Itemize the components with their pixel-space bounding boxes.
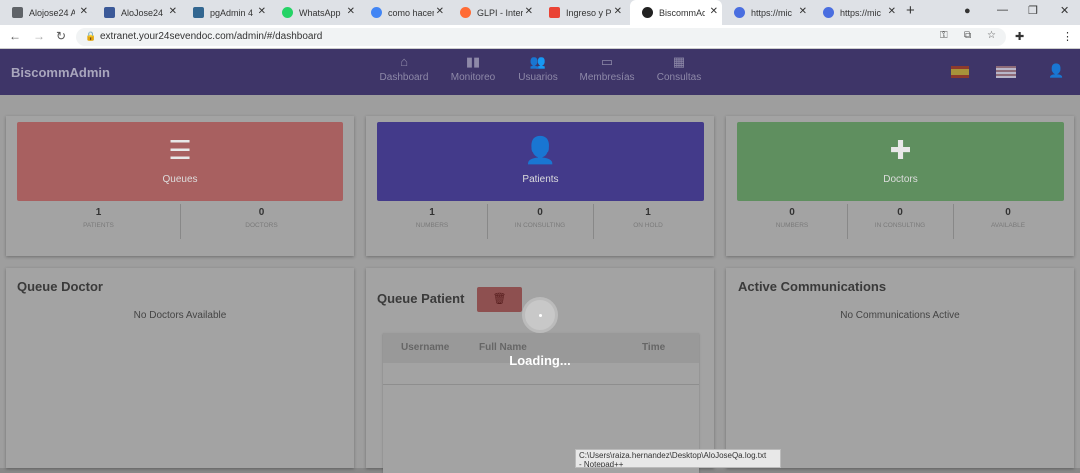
- nav-monitoreo[interactable]: ▮▮ Monitoreo: [438, 52, 508, 83]
- browser-menu-icon[interactable]: ⋮: [1062, 30, 1073, 43]
- patients-stat-in-consulting: 0 IN CONSULTING: [514, 207, 566, 229]
- column-header-username[interactable]: Username: [401, 342, 449, 353]
- queues-banner[interactable]: ☰ Queues: [17, 122, 343, 201]
- browser-tab[interactable]: AloJose24 ✕: [92, 0, 181, 25]
- queues-stat-patients: 1 PATIENTS: [83, 207, 114, 229]
- bar-chart-icon: ▮▮: [465, 54, 481, 69]
- patients-stat-numbers: 1 NUMBERS: [415, 207, 449, 229]
- calendar-icon: ▦: [672, 54, 686, 69]
- doctors-stat-available: 0 AVAILABLE: [990, 207, 1026, 229]
- loading-spinner-icon: [522, 297, 558, 333]
- tab-favicon-icon: [823, 7, 834, 18]
- tab-favicon-icon: [193, 7, 204, 18]
- close-window-icon[interactable]: ✕: [1060, 4, 1069, 17]
- tab-favicon-icon: [460, 7, 471, 18]
- tab-favicon-icon: [371, 7, 382, 18]
- nav-membresias[interactable]: ▭ Membresías: [572, 52, 642, 83]
- tab-favicon-icon: [12, 7, 23, 18]
- people-icon: 👥: [529, 54, 547, 69]
- tab-close-icon[interactable]: ✕: [347, 6, 355, 17]
- tab-favicon-icon: [549, 7, 560, 18]
- doctors-banner[interactable]: ✚ Doctors: [737, 122, 1064, 201]
- patients-stat-on-hold: 1 ON HOLD: [633, 207, 663, 229]
- browser-tab-strip: Alojose24 A ✕ AloJose24 ✕ pgAdmin 4 ✕ Whats…: [0, 0, 1080, 25]
- nav-consultas[interactable]: ▦ Consultas: [644, 52, 714, 83]
- doctors-stat-numbers: 0 NUMBERS: [775, 207, 809, 229]
- new-tab-button[interactable]: +: [906, 2, 915, 19]
- restore-icon[interactable]: ❐: [1028, 4, 1038, 17]
- user-account-icon[interactable]: 👤: [1048, 63, 1064, 79]
- browser-tab[interactable]: WhatsApp ✕: [270, 0, 359, 25]
- list-icon: ☰: [168, 135, 192, 165]
- patients-card: 👤 Patients 1 NUMBERS 0 IN CONSULTING 1 O…: [366, 116, 714, 256]
- card-icon: ▭: [600, 54, 614, 69]
- tab-close-icon[interactable]: ✕: [436, 6, 444, 17]
- tab-favicon-icon: [734, 7, 745, 18]
- tab-close-icon[interactable]: ✕: [258, 6, 266, 17]
- queues-stat-doctors: 0 DOCTORS: [245, 207, 278, 229]
- browser-tab[interactable]: Ingreso y Pr ✕: [537, 0, 626, 25]
- active-communications-empty-text: No Communications Active: [840, 310, 960, 321]
- tab-close-icon[interactable]: ✕: [888, 6, 896, 17]
- browser-tab[interactable]: https://mic ✕: [811, 0, 900, 25]
- tab-favicon-icon: [282, 7, 293, 18]
- trash-icon: 🗑: [492, 293, 507, 305]
- address-bar[interactable]: 🔒 extranet.your24sevendoc.com/admin/#/da…: [76, 28, 1006, 46]
- browser-tab[interactable]: GLPI - Intern✕: [448, 0, 537, 25]
- loading-text: Loading...: [509, 353, 571, 368]
- minimize-icon[interactable]: —: [997, 4, 1008, 16]
- browser-tab-active[interactable]: BiscommAd ✕: [630, 0, 722, 25]
- column-header-full-name[interactable]: Full Name: [479, 342, 527, 353]
- lock-icon: 🔒: [85, 31, 97, 41]
- queue-doctor-title: Queue Doctor: [17, 279, 103, 294]
- taskbar-tooltip: C:\Users\raiza.hernandez\Desktop\AloJose…: [575, 449, 781, 468]
- brand-title[interactable]: BiscommAdmin: [11, 65, 110, 80]
- tab-close-icon[interactable]: ✕: [799, 6, 807, 17]
- reload-icon[interactable]: ↻: [56, 29, 66, 43]
- person-icon: 👤: [524, 135, 557, 165]
- translate-icon[interactable]: ⧉: [964, 30, 971, 41]
- bookmark-star-icon[interactable]: ☆: [987, 30, 996, 41]
- patients-banner[interactable]: 👤 Patients: [377, 122, 704, 201]
- home-icon: ⌂: [400, 54, 408, 69]
- doctors-stat-in-consulting: 0 IN CONSULTING: [874, 207, 926, 229]
- column-header-time[interactable]: Time: [642, 342, 665, 353]
- queue-doctor-empty-text: No Doctors Available: [133, 310, 227, 321]
- browser-tab[interactable]: como hacer ✕: [359, 0, 448, 25]
- tab-close-icon[interactable]: ✕: [80, 6, 88, 17]
- tab-close-icon[interactable]: ✕: [169, 6, 177, 17]
- active-communications-panel: [726, 268, 1074, 468]
- key-icon[interactable]: ⚿: [940, 30, 948, 41]
- clear-queue-button[interactable]: 🗑: [477, 287, 522, 312]
- doctors-card: ✚ Doctors 0 NUMBERS 0 IN CONSULTING 0 AV…: [726, 116, 1074, 256]
- nav-dashboard[interactable]: ⌂ Dashboard: [369, 52, 439, 83]
- queue-patient-title: Queue Patient: [377, 291, 465, 306]
- active-communications-title: Active Communications: [738, 279, 887, 294]
- browser-tab[interactable]: https://mic ✕: [722, 0, 811, 25]
- tab-close-icon[interactable]: ✕: [710, 6, 718, 17]
- app-header: BiscommAdmin ⌂ Dashboard ▮▮ Monitoreo 👥 …: [0, 49, 1080, 95]
- tab-close-icon[interactable]: ✕: [525, 6, 533, 17]
- queues-card: ☰ Queues 1 PATIENTS 0 DOCTORS: [6, 116, 354, 256]
- forward-icon[interactable]: →: [33, 29, 45, 43]
- tab-close-icon[interactable]: ✕: [614, 6, 622, 17]
- browser-profile-icon[interactable]: ●: [964, 5, 971, 17]
- browser-toolbar: ← → ↻ 🔒 extranet.your24sevendoc.com/admi…: [0, 25, 1080, 68]
- back-icon[interactable]: ←: [9, 29, 21, 43]
- url-text[interactable]: extranet.your24sevendoc.com/admin/#/dash…: [100, 31, 322, 42]
- extensions-icon[interactable]: ✚: [1015, 30, 1024, 43]
- tab-favicon-icon: [104, 7, 115, 18]
- us-flag-icon[interactable]: [996, 66, 1016, 78]
- browser-tab[interactable]: Alojose24 A ✕: [0, 0, 92, 25]
- browser-tab[interactable]: pgAdmin 4 ✕: [181, 0, 270, 25]
- queue-doctor-panel: [6, 268, 354, 468]
- medical-cross-icon: ✚: [889, 135, 912, 165]
- nav-usuarios[interactable]: 👥 Usuarios: [503, 52, 573, 83]
- tab-favicon-icon: [642, 7, 653, 18]
- spanish-flag-icon[interactable]: [951, 66, 969, 78]
